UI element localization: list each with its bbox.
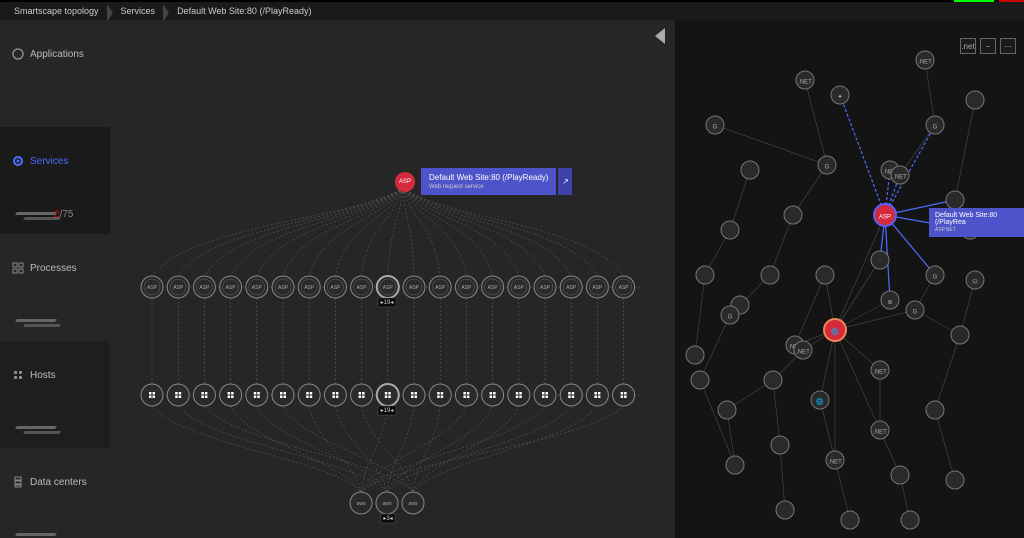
service-title: Default Web Site:80 (/PlayReady) — [429, 173, 548, 182]
breadcrumb: Smartscape topology Services Default Web… — [0, 2, 1024, 20]
svg-text:aws: aws — [383, 501, 392, 507]
sidebar-decoration — [16, 533, 66, 538]
svg-text:.NET: .NET — [873, 370, 887, 376]
host-count: ▸19◂ — [381, 408, 394, 414]
breadcrumb-item-topology[interactable]: Smartscape topology — [8, 6, 111, 16]
accent-red — [999, 0, 1024, 2]
breadcrumb-item-current: Default Web Site:80 (/PlayReady) — [171, 6, 323, 16]
service-subtitle: Web request service — [429, 184, 548, 190]
datacenters-icon — [12, 476, 24, 488]
applications-icon — [12, 48, 24, 60]
svg-text:ASP: ASP — [566, 285, 577, 291]
graph-panel[interactable]: .net − ⋯ .NETG.NET✦GG.NET.NETASPG≣⛁G.NET… — [675, 20, 1024, 538]
external-link-icon[interactable]: ↗ — [558, 168, 572, 195]
svg-text:.NET: .NET — [796, 350, 810, 356]
svg-text:G: G — [728, 315, 733, 321]
svg-text:aws: aws — [409, 501, 418, 507]
graph-tooltip[interactable]: Default Web Site:80 (/PlayRea ASP.NET — [929, 208, 1024, 237]
sidebar-label: Data centers — [30, 477, 87, 488]
sidebar-item-applications[interactable]: Applications — [0, 20, 110, 127]
svg-text:ASP: ASP — [879, 215, 891, 221]
sidebar-item-hosts[interactable]: Hosts — [0, 341, 110, 448]
dc-count: ▸3◂ — [383, 516, 392, 522]
svg-text:🌐: 🌐 — [816, 398, 824, 406]
topology-canvas[interactable]: ASPASPASPASPASPASPASPASPASPASPASPASPASPA… — [110, 20, 675, 538]
svg-text:ASP: ASP — [435, 285, 446, 291]
sidebar-label: Processes — [30, 263, 77, 274]
svg-text:✦: ✦ — [837, 94, 842, 101]
sidebar-label: Services — [30, 156, 68, 167]
svg-text:ASP: ASP — [147, 285, 158, 291]
svg-text:ASP: ASP — [461, 285, 472, 291]
zoom-out-button[interactable]: − — [980, 38, 996, 54]
sidebar-decoration — [16, 319, 66, 329]
svg-text:G: G — [825, 165, 830, 171]
tooltip-subtitle: ASP.NET — [935, 227, 1018, 233]
svg-text:ASP: ASP — [409, 285, 420, 291]
sidebar-decoration — [16, 426, 66, 436]
svg-text:G: G — [913, 310, 918, 316]
svg-text:ASP: ASP — [514, 285, 525, 291]
svg-text:ASP: ASP — [252, 285, 263, 291]
top-accent-bar — [0, 0, 1024, 2]
svg-text:ASP: ASP — [226, 285, 237, 291]
topology-panel: Applications Services 2/75 — [0, 20, 675, 538]
svg-text:.NET: .NET — [918, 60, 932, 66]
svg-text:G: G — [933, 275, 938, 281]
accent-green — [954, 0, 994, 2]
sidebar-item-processes[interactable]: Processes — [0, 234, 110, 341]
svg-text:.NET: .NET — [798, 80, 812, 86]
tooltip-title: Default Web Site:80 (/PlayRea — [935, 212, 1018, 226]
svg-text:.NET: .NET — [893, 175, 907, 181]
svg-text:ASP: ASP — [278, 285, 289, 291]
more-button[interactable]: ⋯ — [1000, 38, 1016, 54]
svg-text:ASP: ASP — [383, 285, 394, 291]
svg-text:.NET: .NET — [828, 460, 842, 466]
svg-text:🌐: 🌐 — [831, 328, 839, 336]
sidebar-item-datacenters[interactable]: Data centers — [0, 448, 110, 538]
svg-text:ASP: ASP — [540, 285, 551, 291]
svg-text:ASP: ASP — [592, 285, 603, 291]
hosts-icon — [12, 369, 24, 381]
sidebar-label: Hosts — [30, 370, 56, 381]
svg-text:.NET: .NET — [873, 430, 887, 436]
sidebar: Applications Services 2/75 — [0, 20, 110, 538]
processes-icon — [12, 262, 24, 274]
svg-text:G: G — [713, 125, 718, 131]
svg-text:aws: aws — [357, 501, 366, 507]
services-count: 2/75 — [54, 209, 73, 220]
svg-text:G: G — [933, 125, 938, 131]
graph-controls: .net − ⋯ — [960, 38, 1016, 54]
breadcrumb-item-services[interactable]: Services — [115, 6, 168, 16]
service-icon: ASP — [395, 172, 415, 192]
svg-text:ASP: ASP — [488, 285, 499, 291]
svg-text:ASP: ASP — [330, 285, 341, 291]
svg-text:ASP: ASP — [173, 285, 184, 291]
service-card[interactable]: ASP Default Web Site:80 (/PlayReady) Web… — [395, 168, 556, 195]
sidebar-label: Applications — [30, 49, 84, 60]
services-icon — [12, 155, 24, 167]
svg-text:ASP: ASP — [199, 285, 210, 291]
filter-button[interactable]: .net — [960, 38, 976, 54]
svg-text:⛁: ⛁ — [972, 279, 977, 286]
svg-text:ASP: ASP — [619, 285, 630, 291]
svg-text:ASP: ASP — [304, 285, 315, 291]
process-count: ▸19◂ — [381, 300, 394, 306]
svg-text:ASP: ASP — [357, 285, 368, 291]
sidebar-item-services[interactable]: Services 2/75 — [0, 127, 110, 234]
